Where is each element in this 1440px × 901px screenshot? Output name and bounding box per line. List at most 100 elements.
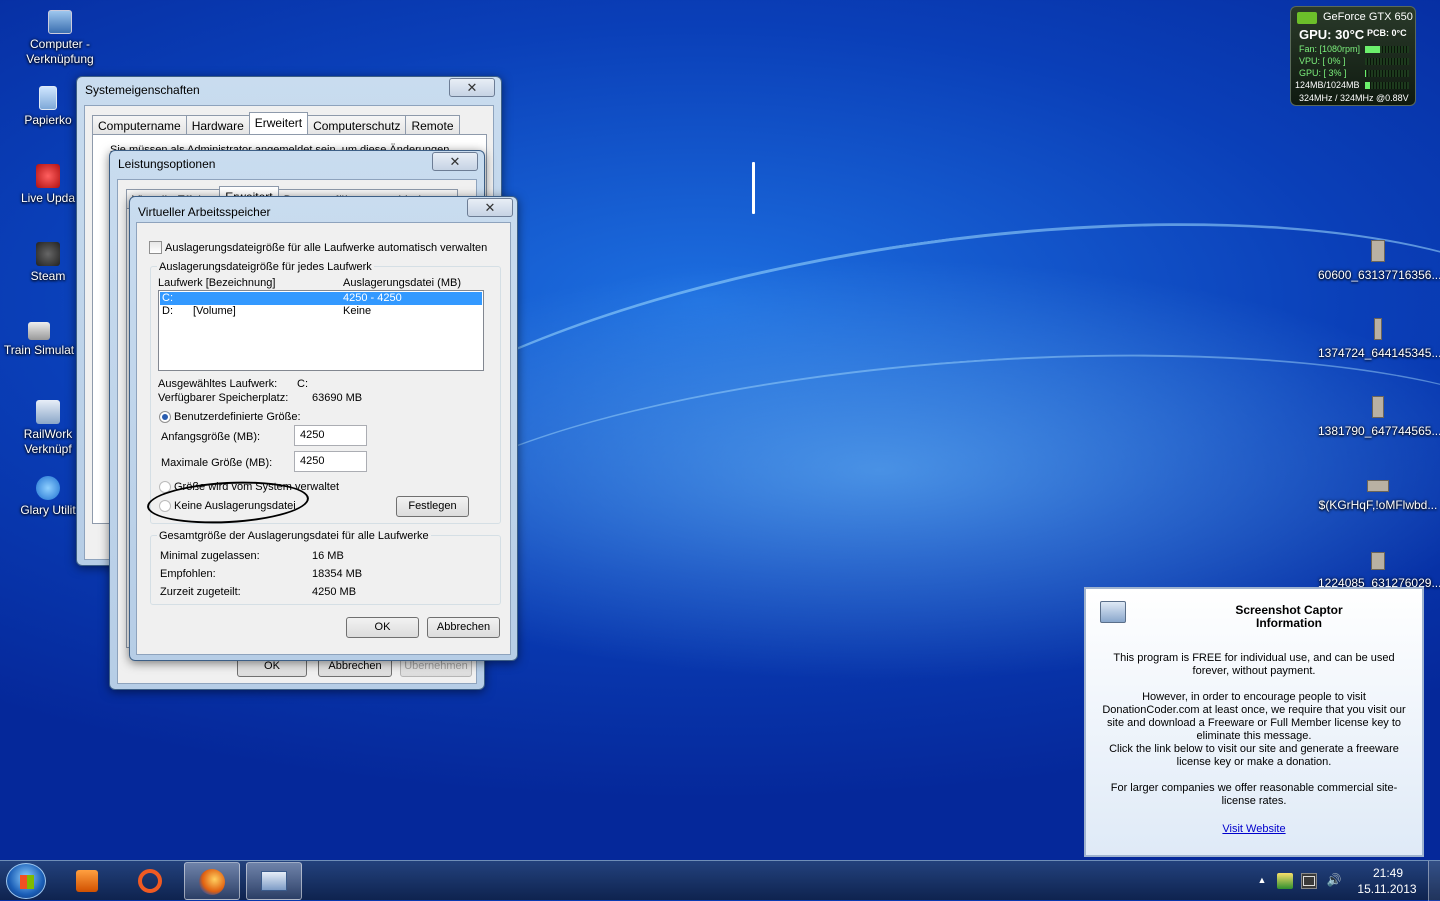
- taskbar-origin[interactable]: [122, 862, 178, 900]
- drive-letter: C:: [162, 292, 173, 304]
- tab-computername[interactable]: Computername: [92, 115, 187, 135]
- image-thumbnail-icon: [1371, 240, 1385, 262]
- min-allowed-label: Minimal zugelassen:: [160, 550, 260, 562]
- drive-row-d[interactable]: D: [Volume] Keine: [160, 305, 482, 318]
- clock-date[interactable]: 15.11.2013: [1352, 882, 1422, 896]
- gpu-monitor-gadget[interactable]: GeForce GTX 650 GPU: 30°C PCB: 0°C Fan: …: [1290, 6, 1416, 106]
- popup-paragraph-free: This program is FREE for individual use,…: [1113, 652, 1395, 677]
- auto-manage-checkbox[interactable]: [149, 241, 162, 254]
- max-size-label: Maximale Größe (MB):: [161, 457, 273, 469]
- media-player-icon: [76, 870, 98, 892]
- drive-list[interactable]: C: 4250 - 4250 D: [Volume] Keine: [158, 290, 484, 371]
- drive-pagefile: Keine: [343, 305, 372, 317]
- allocated-label: Zurzeit zugeteilt:: [160, 586, 241, 598]
- show-desktop-button[interactable]: [1428, 861, 1440, 901]
- start-button[interactable]: [6, 863, 46, 899]
- desktop-icon-label: Live Upda: [20, 191, 76, 205]
- custom-size-label: Benutzerdefinierte Größe:: [174, 411, 301, 423]
- desktop-icon-recycle-bin[interactable]: Papierko: [18, 86, 78, 128]
- tab-hardware[interactable]: Hardware: [185, 115, 250, 135]
- clock-time[interactable]: 21:49: [1360, 866, 1416, 880]
- close-button[interactable]: ✕: [432, 152, 478, 171]
- col-drive-header: Laufwerk [Bezeichnung]: [158, 277, 276, 289]
- desktop-icon-image-file[interactable]: $(KGrHqF,!oMFlwbd...: [1318, 480, 1438, 512]
- train-simulator-icon: [28, 322, 50, 340]
- desktop-icon-glary-utilities[interactable]: Glary Utilit: [18, 476, 78, 518]
- screenshot-captor-info-popup[interactable]: Screenshot Captor Information This progr…: [1084, 587, 1424, 857]
- memory-usage: 124MB/1024MB: [1295, 80, 1360, 90]
- max-size-input[interactable]: 4250: [294, 451, 367, 472]
- drive-label: [Volume]: [193, 305, 236, 317]
- image-thumbnail-icon: [1374, 318, 1382, 340]
- steam-icon: [36, 242, 60, 266]
- desktop-icon-label: 1374724_644145345...: [1318, 346, 1440, 360]
- taskbar-firefox[interactable]: [184, 862, 240, 900]
- close-button[interactable]: ✕: [467, 198, 513, 217]
- desktop-icon-label: RailWork Verknüpf: [23, 427, 73, 456]
- desktop-icon-label: Papierko: [24, 113, 72, 127]
- tray-overflow-arrow[interactable]: ▲: [1254, 875, 1270, 891]
- tab-erweitert[interactable]: Erweitert: [248, 112, 309, 135]
- system-properties-icon: [261, 871, 287, 891]
- cancel-button[interactable]: Abbrechen: [427, 617, 500, 638]
- window-title: Systemeigenschaften: [85, 83, 200, 97]
- desktop-icon-image-file[interactable]: 1224085_631276029...: [1318, 552, 1440, 590]
- monitor-icon: [1100, 601, 1126, 623]
- desktop-icon-steam[interactable]: Steam: [18, 242, 78, 284]
- vpu-load: VPU: [ 0% ]: [1299, 56, 1346, 66]
- fan-speed: Fan: [1080rpm]: [1299, 44, 1361, 54]
- auto-manage-label: Auslagerungsdateigröße für alle Laufwerk…: [165, 242, 488, 254]
- set-button[interactable]: Festlegen: [396, 496, 469, 517]
- desktop-icon-label: 60600_63137716356...: [1318, 268, 1440, 282]
- free-space-label: Verfügbarer Speicherplatz:: [158, 392, 289, 404]
- memory-meter-fill: [1365, 82, 1371, 89]
- close-button[interactable]: ✕: [449, 78, 495, 97]
- desktop-icon-train-simulator[interactable]: Train Simulat: [0, 322, 78, 358]
- taskbar-media-player[interactable]: [60, 862, 116, 900]
- virtual-memory-dialog[interactable]: Virtueller Arbeitsspeicher ✕ Auslagerung…: [129, 196, 518, 661]
- taskbar-system-properties[interactable]: [246, 862, 302, 900]
- wallpaper-streak: [752, 162, 755, 214]
- desktop-icon-label: 1381790_647744565...: [1318, 424, 1440, 438]
- popup-paragraph-companies: For larger companies we offer reasonable…: [1110, 782, 1398, 807]
- desktop-icon-label: Train Simulat: [3, 343, 75, 357]
- tray-app-icon[interactable]: [1277, 873, 1293, 889]
- desktop-icon-image-file[interactable]: 60600_63137716356...: [1318, 240, 1440, 282]
- desktop-icon-image-file[interactable]: 1381790_647744565...: [1318, 396, 1440, 438]
- selected-drive-value: C:: [297, 378, 308, 390]
- desktop-icon-computer[interactable]: Computer - Verknüpfung: [18, 10, 102, 67]
- glary-utilities-icon: [36, 476, 60, 500]
- initial-size-input[interactable]: 4250: [294, 425, 367, 446]
- tab-bar: Computername Hardware Erweitert Computer…: [92, 112, 460, 135]
- visit-website-link[interactable]: Visit Website: [1094, 823, 1414, 836]
- desktop-icon-railworks[interactable]: RailWork Verknüpf: [18, 400, 78, 457]
- custom-size-radio[interactable]: [159, 411, 171, 423]
- gpu-temperature: GPU: 30°C: [1299, 27, 1365, 42]
- drive-letter: D:: [162, 305, 173, 317]
- network-icon[interactable]: [1303, 876, 1315, 886]
- memory-meter: [1365, 82, 1409, 89]
- volume-icon[interactable]: 🔊: [1326, 873, 1342, 889]
- ok-button[interactable]: OK: [346, 617, 419, 638]
- tab-computerschutz[interactable]: Computerschutz: [307, 115, 407, 135]
- popup-title: Screenshot Captor Information: [1235, 603, 1343, 630]
- windows-logo-icon: [20, 875, 34, 889]
- fan-meter-fill: [1365, 46, 1381, 53]
- fan-meter: [1365, 46, 1409, 53]
- per-drive-group-title: Auslagerungsdateigröße für jedes Laufwer…: [157, 261, 374, 273]
- vpu-meter: [1365, 58, 1409, 65]
- gpu-model: GeForce GTX 650: [1323, 11, 1413, 23]
- drive-row-c[interactable]: C: 4250 - 4250: [160, 292, 482, 305]
- desktop-icon-live-update[interactable]: Live Upda: [18, 164, 78, 206]
- desktop-icon-label: $(KGrHqF,!oMFlwbd...: [1318, 498, 1438, 512]
- desktop-icon-label: Steam: [30, 269, 66, 283]
- taskbar: ▲ 🔊 21:49 15.11.2013: [0, 860, 1440, 901]
- desktop-icon-image-file[interactable]: 1374724_644145345...: [1318, 318, 1440, 360]
- firefox-icon: [199, 869, 225, 895]
- popup-paragraph-donationcoder: However, in order to encourage people to…: [1102, 691, 1406, 742]
- allocated-value: 4250 MB: [312, 586, 357, 598]
- tab-remote[interactable]: Remote: [405, 115, 460, 135]
- desktop-icon-label: Glary Utilit: [20, 503, 76, 517]
- min-allowed-value: 16 MB: [312, 550, 344, 562]
- gpu-meter-fill: [1365, 70, 1367, 77]
